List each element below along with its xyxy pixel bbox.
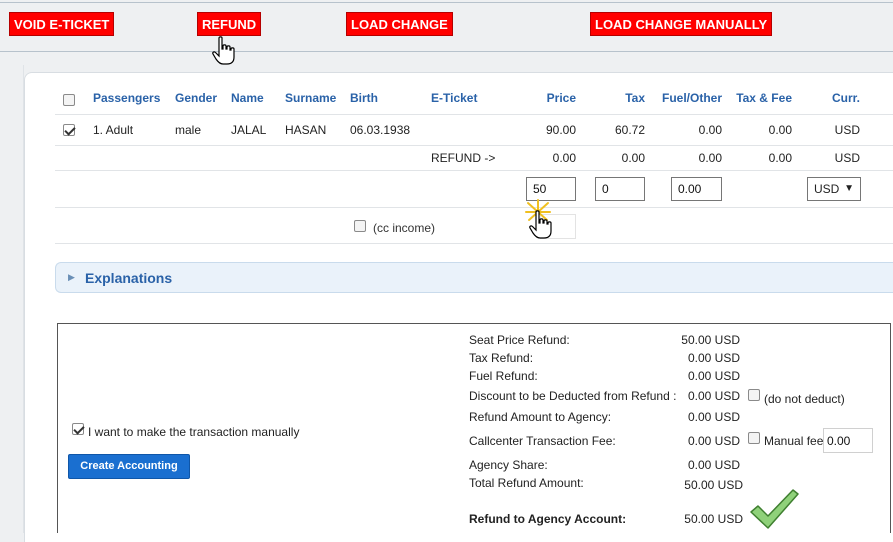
- callcenter-fee-value: 0.00 USD: [687, 434, 740, 448]
- passenger-currency: USD: [834, 123, 860, 137]
- refund-fuel-input[interactable]: [671, 177, 722, 201]
- explanations-label: Explanations: [85, 270, 173, 286]
- passenger-surname: HASAN: [285, 123, 327, 137]
- col-birth: Birth: [350, 91, 378, 105]
- passenger-name: JALAL: [231, 123, 267, 137]
- refund-button[interactable]: REFUND: [197, 12, 262, 36]
- load-change-manually-button[interactable]: LOAD CHANGE MANUALLY: [590, 12, 773, 36]
- refund-to-agency-label: Refund to Agency Account:: [469, 512, 627, 526]
- col-name: Name: [231, 91, 264, 105]
- passenger-birth: 06.03.1938: [350, 123, 411, 137]
- passenger-price: 90.00: [545, 123, 576, 137]
- refund-amount-agency-label: Refund Amount to Agency:: [469, 410, 612, 424]
- void-eticket-button[interactable]: VOID E-TICKET: [9, 12, 115, 36]
- left-gutter: [0, 65, 24, 533]
- refund-fuel: 0.00: [698, 151, 722, 165]
- click-burst-hand-icon: [525, 199, 552, 239]
- row-divider: [55, 207, 893, 208]
- callcenter-fee-label: Callcenter Transaction Fee:: [469, 434, 616, 448]
- refund-price: 0.00: [552, 151, 576, 165]
- tax-refund-value: 0.00 USD: [687, 351, 740, 365]
- col-eticket: E-Ticket: [431, 91, 478, 105]
- passenger-tax-fee: 0.00: [768, 123, 792, 137]
- action-toolbar: VOID E-TICKET REFUND LOAD CHANGE LOAD CH…: [0, 0, 893, 65]
- refund-to-agency-value: 50.00 USD: [684, 512, 743, 526]
- refund-amount-agency-value: 0.00 USD: [687, 410, 740, 424]
- total-refund-value: 50.00 USD: [684, 478, 743, 492]
- discount-deducted-label: Discount to be Deducted from Refund :: [469, 389, 677, 403]
- refund-currency: USD: [834, 151, 860, 165]
- select-all-checkbox[interactable]: [63, 94, 75, 106]
- col-surname: Surname: [285, 91, 337, 105]
- toolbar-top-divider: [0, 2, 893, 3]
- passenger-checkbox[interactable]: [63, 124, 75, 136]
- seat-price-refund-label: Seat Price Refund:: [469, 333, 570, 347]
- manual-fee-label: Manual fee: [764, 434, 824, 448]
- hand-pointer-icon: [212, 36, 235, 65]
- col-passengers: Passengers: [93, 91, 161, 105]
- currency-select-value: USD: [814, 182, 840, 196]
- col-gender: Gender: [175, 91, 218, 105]
- passenger-tax: 60.72: [614, 123, 645, 137]
- row-divider: [55, 170, 893, 171]
- create-accounting-button[interactable]: Create Accounting: [68, 454, 190, 479]
- tax-refund-label: Tax Refund:: [469, 351, 534, 365]
- row-divider: [55, 114, 893, 115]
- cc-income-checkbox[interactable]: [354, 220, 366, 232]
- manual-transaction-checkbox[interactable]: [72, 423, 84, 435]
- refund-tax-fee: 0.00: [768, 151, 792, 165]
- col-currency: Curr.: [831, 91, 860, 105]
- row-divider: [55, 145, 893, 146]
- row-divider: [55, 243, 893, 244]
- manual-transaction-label: I want to make the transaction manually: [88, 425, 300, 439]
- col-fuel-other: Fuel/Other: [661, 91, 722, 105]
- col-tax: Tax: [625, 91, 645, 105]
- do-not-deduct-checkbox[interactable]: [748, 389, 760, 401]
- passenger-type: 1. Adult: [93, 123, 134, 137]
- total-refund-label: Total Refund Amount:: [469, 476, 584, 490]
- refund-row-label: REFUND ->: [431, 151, 496, 165]
- load-change-button[interactable]: LOAD CHANGE: [346, 12, 453, 36]
- manual-fee-input[interactable]: [823, 428, 873, 453]
- passenger-gender: male: [175, 123, 202, 137]
- agency-share-label: Agency Share:: [469, 458, 548, 472]
- col-tax-fee: Tax & Fee: [736, 91, 792, 105]
- seat-price-refund-value: 50.00 USD: [681, 333, 740, 347]
- caret-right-icon: ▶: [68, 272, 75, 282]
- refund-tax: 0.00: [621, 151, 645, 165]
- explanations-accordion[interactable]: ▶ Explanations: [55, 262, 893, 293]
- passenger-fuel: 0.00: [698, 123, 722, 137]
- fuel-refund-value: 0.00 USD: [687, 369, 740, 383]
- checkmark-icon: [750, 489, 799, 529]
- fuel-refund-label: Fuel Refund:: [469, 369, 538, 383]
- toolbar-bottom-divider: [0, 51, 893, 52]
- currency-select[interactable]: USD ▼: [807, 177, 861, 201]
- caret-down-icon: ▼: [844, 183, 854, 194]
- agency-share-value: 0.00 USD: [687, 458, 740, 472]
- refund-tax-input[interactable]: [595, 177, 645, 201]
- cc-income-label: (cc income): [373, 221, 436, 235]
- do-not-deduct-label: (do not deduct): [764, 392, 845, 406]
- col-price: Price: [546, 91, 576, 105]
- manual-fee-checkbox[interactable]: [748, 432, 760, 444]
- discount-deducted-value: 0.00 USD: [687, 389, 740, 403]
